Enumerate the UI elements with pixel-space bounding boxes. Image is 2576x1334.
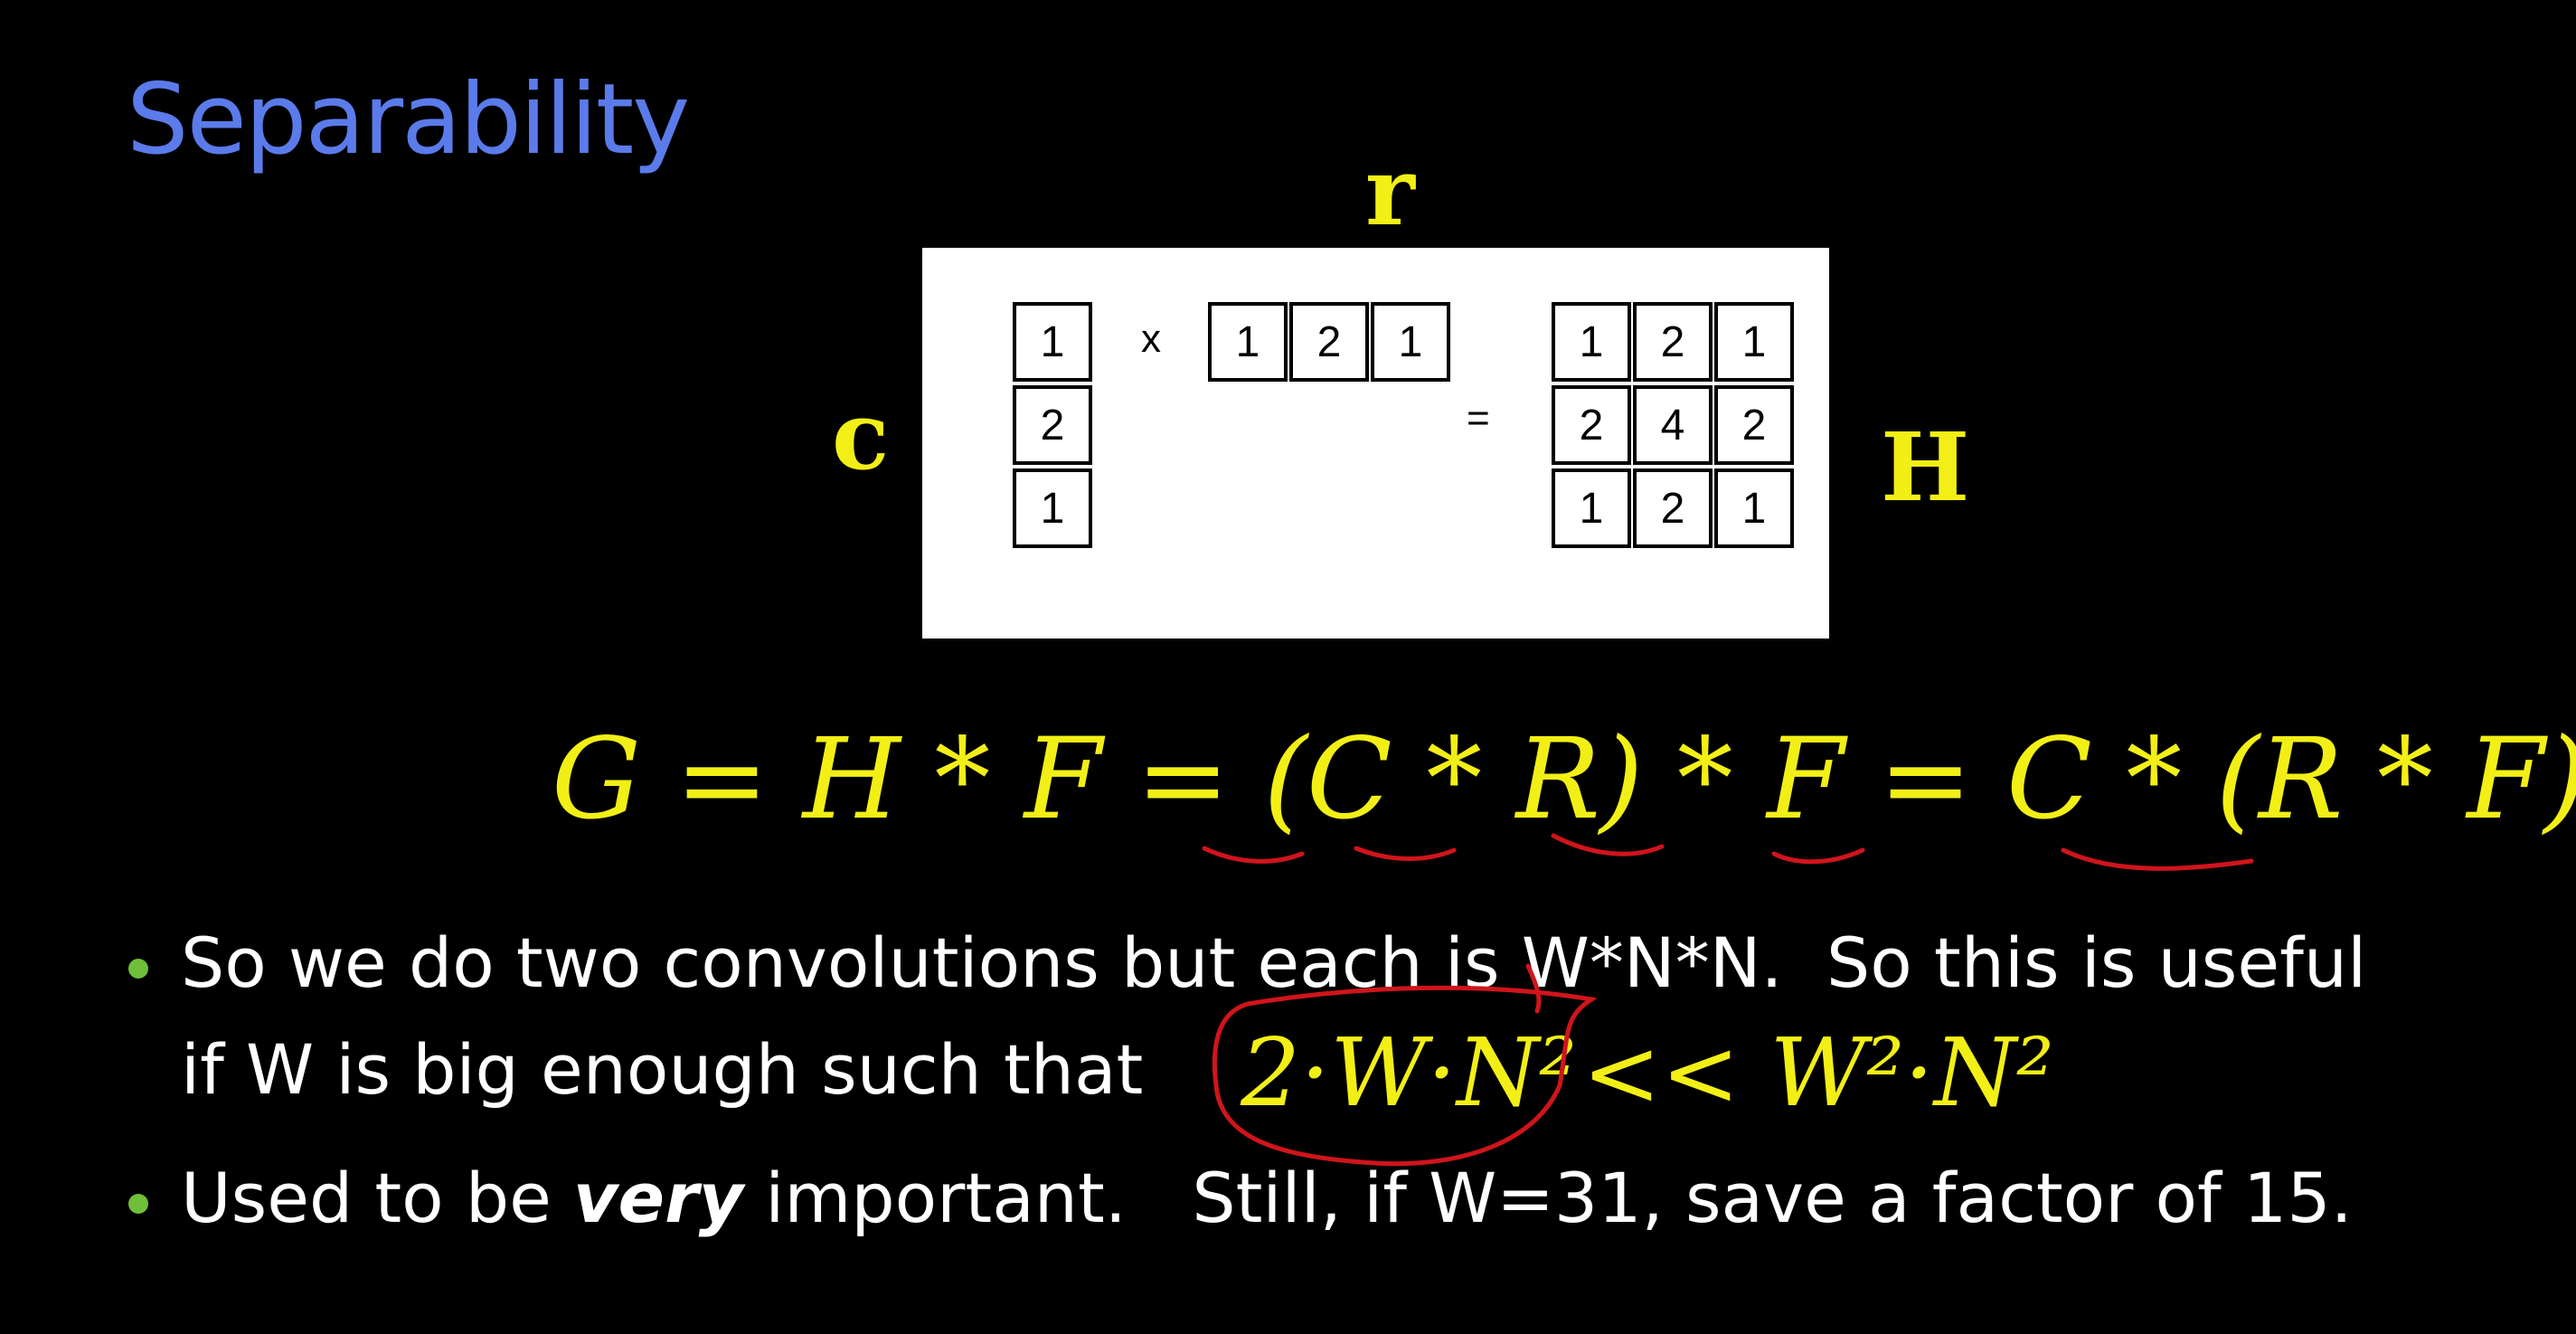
underline-f	[1551, 833, 1665, 856]
underline-c	[1202, 846, 1305, 864]
underline-r-star-f	[2061, 847, 2254, 871]
circle-annotation	[1212, 985, 1598, 1167]
ink-stroke	[1525, 963, 1542, 1014]
underline-c-2	[1771, 847, 1865, 865]
underline-r	[1354, 846, 1457, 861]
slide: Separability r c H 1 2 1 x 1 2 1 = 1 2 1…	[0, 0, 2576, 1334]
handwritten-annotations	[1202, 833, 2254, 1167]
